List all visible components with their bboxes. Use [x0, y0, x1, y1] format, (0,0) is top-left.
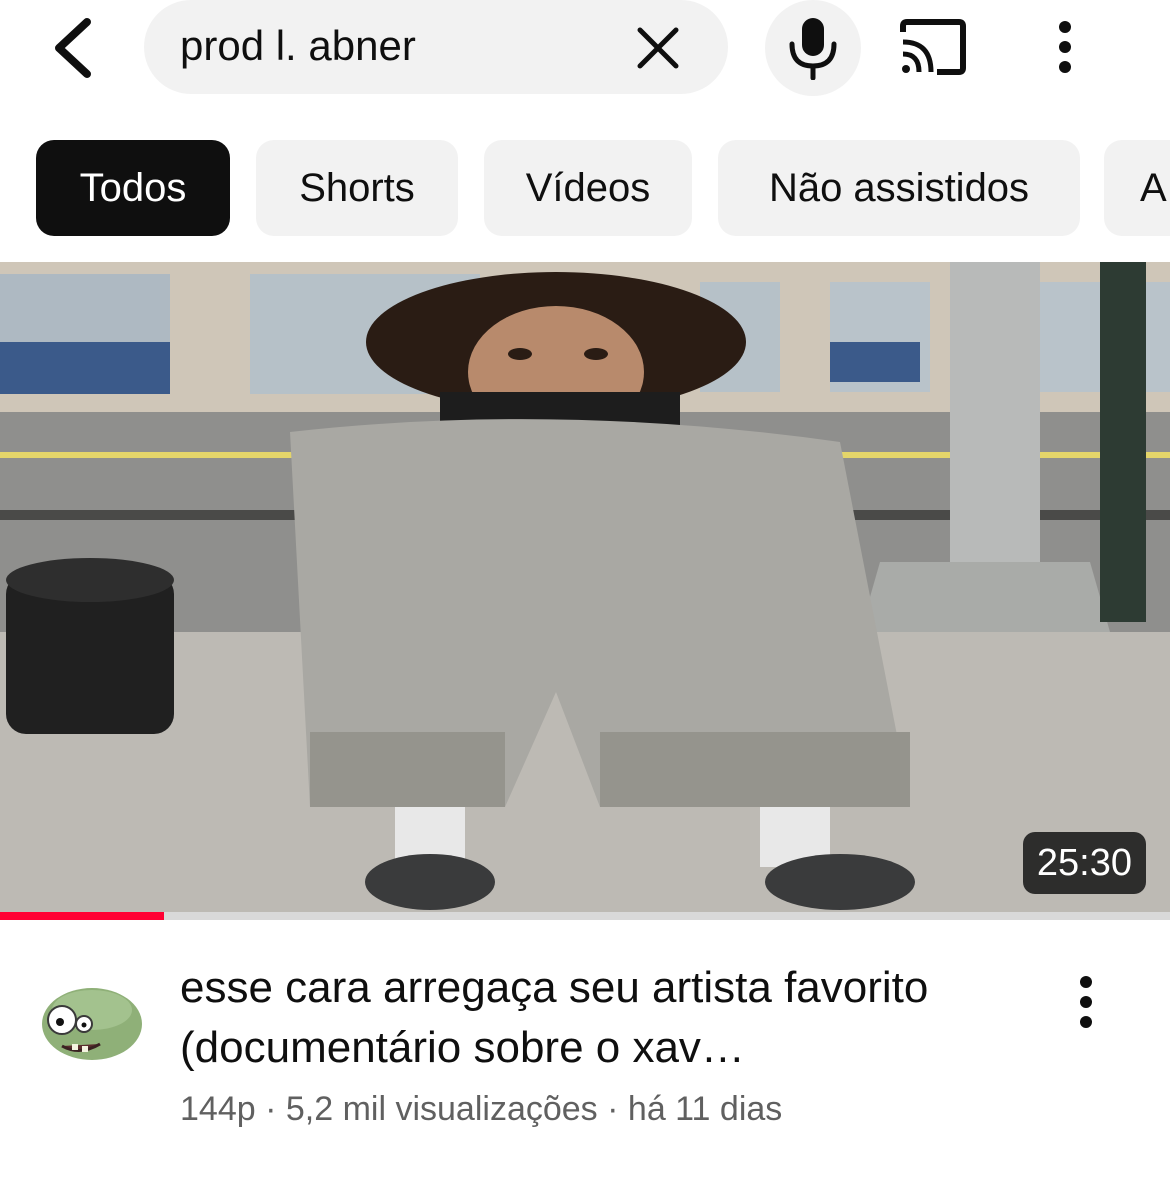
- back-button[interactable]: [38, 10, 108, 86]
- more-vertical-icon: [1059, 21, 1071, 73]
- chip-todos[interactable]: Todos: [36, 140, 230, 236]
- separator-dot: ·: [265, 1090, 286, 1128]
- clear-search-button[interactable]: [630, 20, 686, 76]
- more-options-button[interactable]: [1040, 14, 1090, 80]
- video-thumbnail[interactable]: 25:30: [0, 262, 1170, 920]
- upload-age: há 11 dias: [627, 1090, 783, 1128]
- channel-name[interactable]: 144p: [180, 1090, 256, 1128]
- chip-videos[interactable]: Vídeos: [484, 140, 692, 236]
- search-field[interactable]: prod l. abner: [144, 0, 728, 94]
- channel-avatar[interactable]: [36, 970, 144, 1078]
- search-header: prod l. abner: [0, 0, 1170, 110]
- view-count: 5,2 mil visualizações: [285, 1090, 598, 1128]
- watch-progress-fill: [0, 912, 164, 920]
- chip-partial-next[interactable]: A: [1104, 140, 1170, 236]
- video-duration-badge: 25:30: [1022, 832, 1146, 894]
- cast-button[interactable]: [894, 14, 970, 80]
- cast-icon: [900, 19, 966, 75]
- video-subline: 144p · 5,2 mil visualizações · há 11 dia…: [180, 1090, 782, 1129]
- separator-dot: ·: [607, 1090, 628, 1128]
- microphone-icon: [789, 18, 837, 80]
- search-query-text[interactable]: prod l. abner: [180, 22, 416, 70]
- watch-progress-bar: [0, 912, 1170, 920]
- close-icon: [637, 27, 679, 69]
- more-vertical-icon: [1080, 976, 1092, 1028]
- video-options-button[interactable]: [1064, 962, 1108, 1042]
- thumbnail-image: [0, 262, 1170, 920]
- chip-shorts[interactable]: Shorts: [256, 140, 458, 236]
- video-title[interactable]: esse cara arregaça seu artista favorito …: [180, 958, 1040, 1078]
- filter-chips-bar: Todos Shorts Vídeos Não assistidos A: [0, 140, 1170, 236]
- chevron-left-icon: [55, 18, 91, 78]
- zombie-avatar-icon: [42, 988, 142, 1060]
- voice-search-button[interactable]: [765, 0, 861, 96]
- video-metadata: esse cara arregaça seu artista favorito …: [0, 930, 1170, 1184]
- chip-nao-assistidos[interactable]: Não assistidos: [718, 140, 1080, 236]
